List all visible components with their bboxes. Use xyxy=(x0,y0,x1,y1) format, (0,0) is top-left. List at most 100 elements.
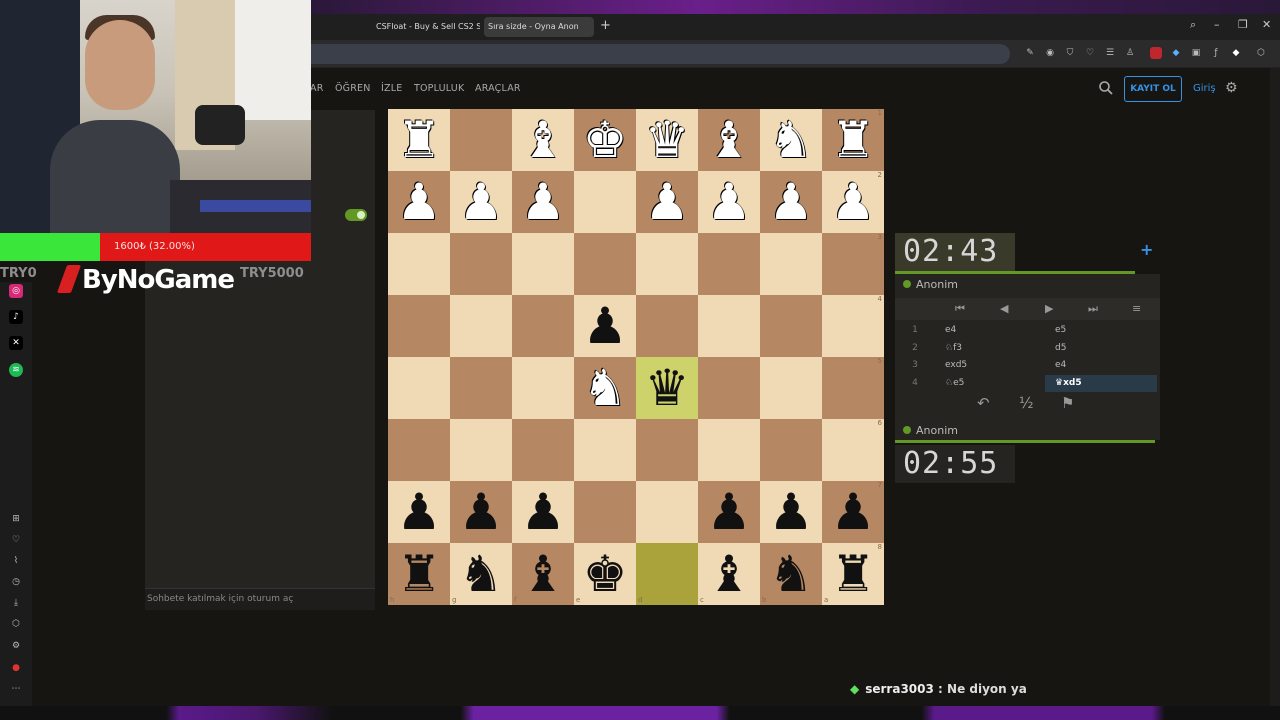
ublock-icon[interactable] xyxy=(1150,47,1162,59)
board-square[interactable] xyxy=(574,171,636,233)
tab-search-icon[interactable]: ⌕ xyxy=(1190,18,1196,32)
history-icon[interactable]: ◷ xyxy=(9,575,23,589)
chess-piece[interactable]: ♛ xyxy=(645,115,690,165)
favorites-icon[interactable]: ♡ xyxy=(9,533,23,547)
board-square[interactable]: ♟ 7 xyxy=(822,481,884,543)
chess-piece[interactable]: ♟ xyxy=(521,487,566,537)
board-square[interactable]: ♝ xyxy=(698,109,760,171)
board-square[interactable] xyxy=(760,295,822,357)
chess-piece[interactable]: ♞ xyxy=(769,549,814,599)
spotify-icon[interactable]: ≋ xyxy=(9,363,23,377)
signup-button[interactable]: KAYIT OL xyxy=(1124,76,1182,102)
search-icon[interactable] xyxy=(1098,80,1114,96)
chess-piece[interactable]: ♝ xyxy=(707,115,752,165)
board-square[interactable] xyxy=(450,357,512,419)
black-move[interactable]: ♛xd5 xyxy=(1045,374,1157,392)
board-square[interactable] xyxy=(450,233,512,295)
chess-piece[interactable]: ♛ xyxy=(645,363,690,413)
gear-icon[interactable]: ⚙ xyxy=(1225,80,1238,96)
chess-piece[interactable]: ♟ xyxy=(831,487,876,537)
board-square[interactable] xyxy=(636,295,698,357)
black-move[interactable]: e5 xyxy=(1045,322,1157,339)
black-move[interactable]: e4 xyxy=(1045,357,1157,374)
prev-move-button[interactable]: ◀ xyxy=(1000,302,1008,315)
x-icon[interactable]: ✕ xyxy=(9,336,23,350)
ublock-side-icon[interactable]: ● xyxy=(9,661,23,675)
board-square[interactable]: ♟ xyxy=(760,481,822,543)
minimize-button[interactable]: – xyxy=(1214,18,1220,31)
board-square[interactable]: ♟ xyxy=(698,481,760,543)
board-square[interactable]: ♟ xyxy=(698,171,760,233)
board-square[interactable] xyxy=(760,233,822,295)
board-square[interactable]: ♞ xyxy=(574,357,636,419)
shield-icon[interactable]: ⛉ xyxy=(1064,47,1076,59)
board-square[interactable]: ♛ xyxy=(636,357,698,419)
board-square[interactable]: 4 xyxy=(822,295,884,357)
chess-piece[interactable]: ♞ xyxy=(459,549,504,599)
chat-toggle[interactable] xyxy=(345,209,367,221)
board-square[interactable] xyxy=(698,357,760,419)
board-square[interactable]: ♟ 2 xyxy=(822,171,884,233)
board-square[interactable] xyxy=(388,357,450,419)
board-square[interactable]: ♝ xyxy=(512,109,574,171)
board-square[interactable]: d xyxy=(636,543,698,605)
board-square[interactable] xyxy=(574,419,636,481)
board-square[interactable] xyxy=(636,481,698,543)
chess-piece[interactable]: ♞ xyxy=(583,363,628,413)
new-tab-button[interactable]: + xyxy=(600,18,611,33)
page-scrollbar[interactable] xyxy=(1270,68,1280,708)
first-move-button[interactable]: ⏮ xyxy=(955,302,965,316)
extension-icon[interactable]: ◆ xyxy=(1170,47,1182,59)
download-icon[interactable]: ⤓ xyxy=(9,596,23,610)
board-square[interactable] xyxy=(636,419,698,481)
menu-icon[interactable]: ☰ xyxy=(1104,47,1116,59)
white-move[interactable]: e4 xyxy=(935,325,1045,335)
board-square[interactable]: ♜ 1 xyxy=(822,109,884,171)
board-square[interactable]: ♟ xyxy=(512,171,574,233)
board-square[interactable]: ♜ 8 a xyxy=(822,543,884,605)
chess-piece[interactable]: ♞ xyxy=(769,115,814,165)
board-square[interactable]: ♜ h xyxy=(388,543,450,605)
board-square[interactable]: ♚ e xyxy=(574,543,636,605)
cube-icon[interactable]: ▣ xyxy=(1190,47,1202,59)
chess-piece[interactable]: ♚ xyxy=(583,549,628,599)
chess-piece[interactable]: ♜ xyxy=(831,115,876,165)
apps-icon[interactable]: ⊞ xyxy=(9,512,23,526)
tiktok-icon[interactable]: ♪ xyxy=(9,310,23,324)
tab-csfloat[interactable]: CSFloat - Buy & Sell CS2 S xyxy=(372,17,480,37)
board-square[interactable]: ♟ xyxy=(450,171,512,233)
chess-piece[interactable]: ♟ xyxy=(397,487,442,537)
board-square[interactable] xyxy=(388,295,450,357)
board-square[interactable]: ♟ xyxy=(512,481,574,543)
board-square[interactable]: ♜ xyxy=(388,109,450,171)
chess-piece[interactable]: ♟ xyxy=(521,177,566,227)
chat-input[interactable]: Sohbete katılmak için oturum aç xyxy=(145,588,375,610)
login-link[interactable]: Giriş xyxy=(1193,83,1216,94)
board-square[interactable] xyxy=(574,233,636,295)
chess-piece[interactable]: ♜ xyxy=(397,549,442,599)
cube-icon[interactable]: ⬡ xyxy=(9,617,23,631)
chess-piece[interactable]: ♜ xyxy=(397,115,442,165)
edit-icon[interactable]: ✎ xyxy=(1024,47,1036,59)
close-button[interactable]: ✕ xyxy=(1262,18,1271,31)
white-move[interactable]: ♘e5 xyxy=(935,378,1045,388)
black-move[interactable]: d5 xyxy=(1045,340,1157,357)
nav-community[interactable]: TOPLULUK xyxy=(414,83,464,94)
board-square[interactable]: ♚ xyxy=(574,109,636,171)
board-square[interactable] xyxy=(388,419,450,481)
board-square[interactable]: ♛ xyxy=(636,109,698,171)
chess-piece[interactable]: ♝ xyxy=(521,115,566,165)
board-square[interactable]: ♟ xyxy=(388,481,450,543)
settings-icon[interactable]: ⚙ xyxy=(9,639,23,653)
board-square[interactable] xyxy=(636,233,698,295)
board-square[interactable] xyxy=(512,357,574,419)
board-square[interactable] xyxy=(512,295,574,357)
chess-piece[interactable]: ♝ xyxy=(521,549,566,599)
chess-piece[interactable]: ♟ xyxy=(645,177,690,227)
nav-learn[interactable]: ÖĞREN xyxy=(335,83,371,94)
diamond-icon[interactable]: ◆ xyxy=(1230,47,1242,59)
next-move-button[interactable]: ▶ xyxy=(1045,302,1053,315)
chess-piece[interactable]: ♟ xyxy=(397,177,442,227)
board-square[interactable]: ♞ xyxy=(760,109,822,171)
chess-piece[interactable]: ♝ xyxy=(707,549,752,599)
